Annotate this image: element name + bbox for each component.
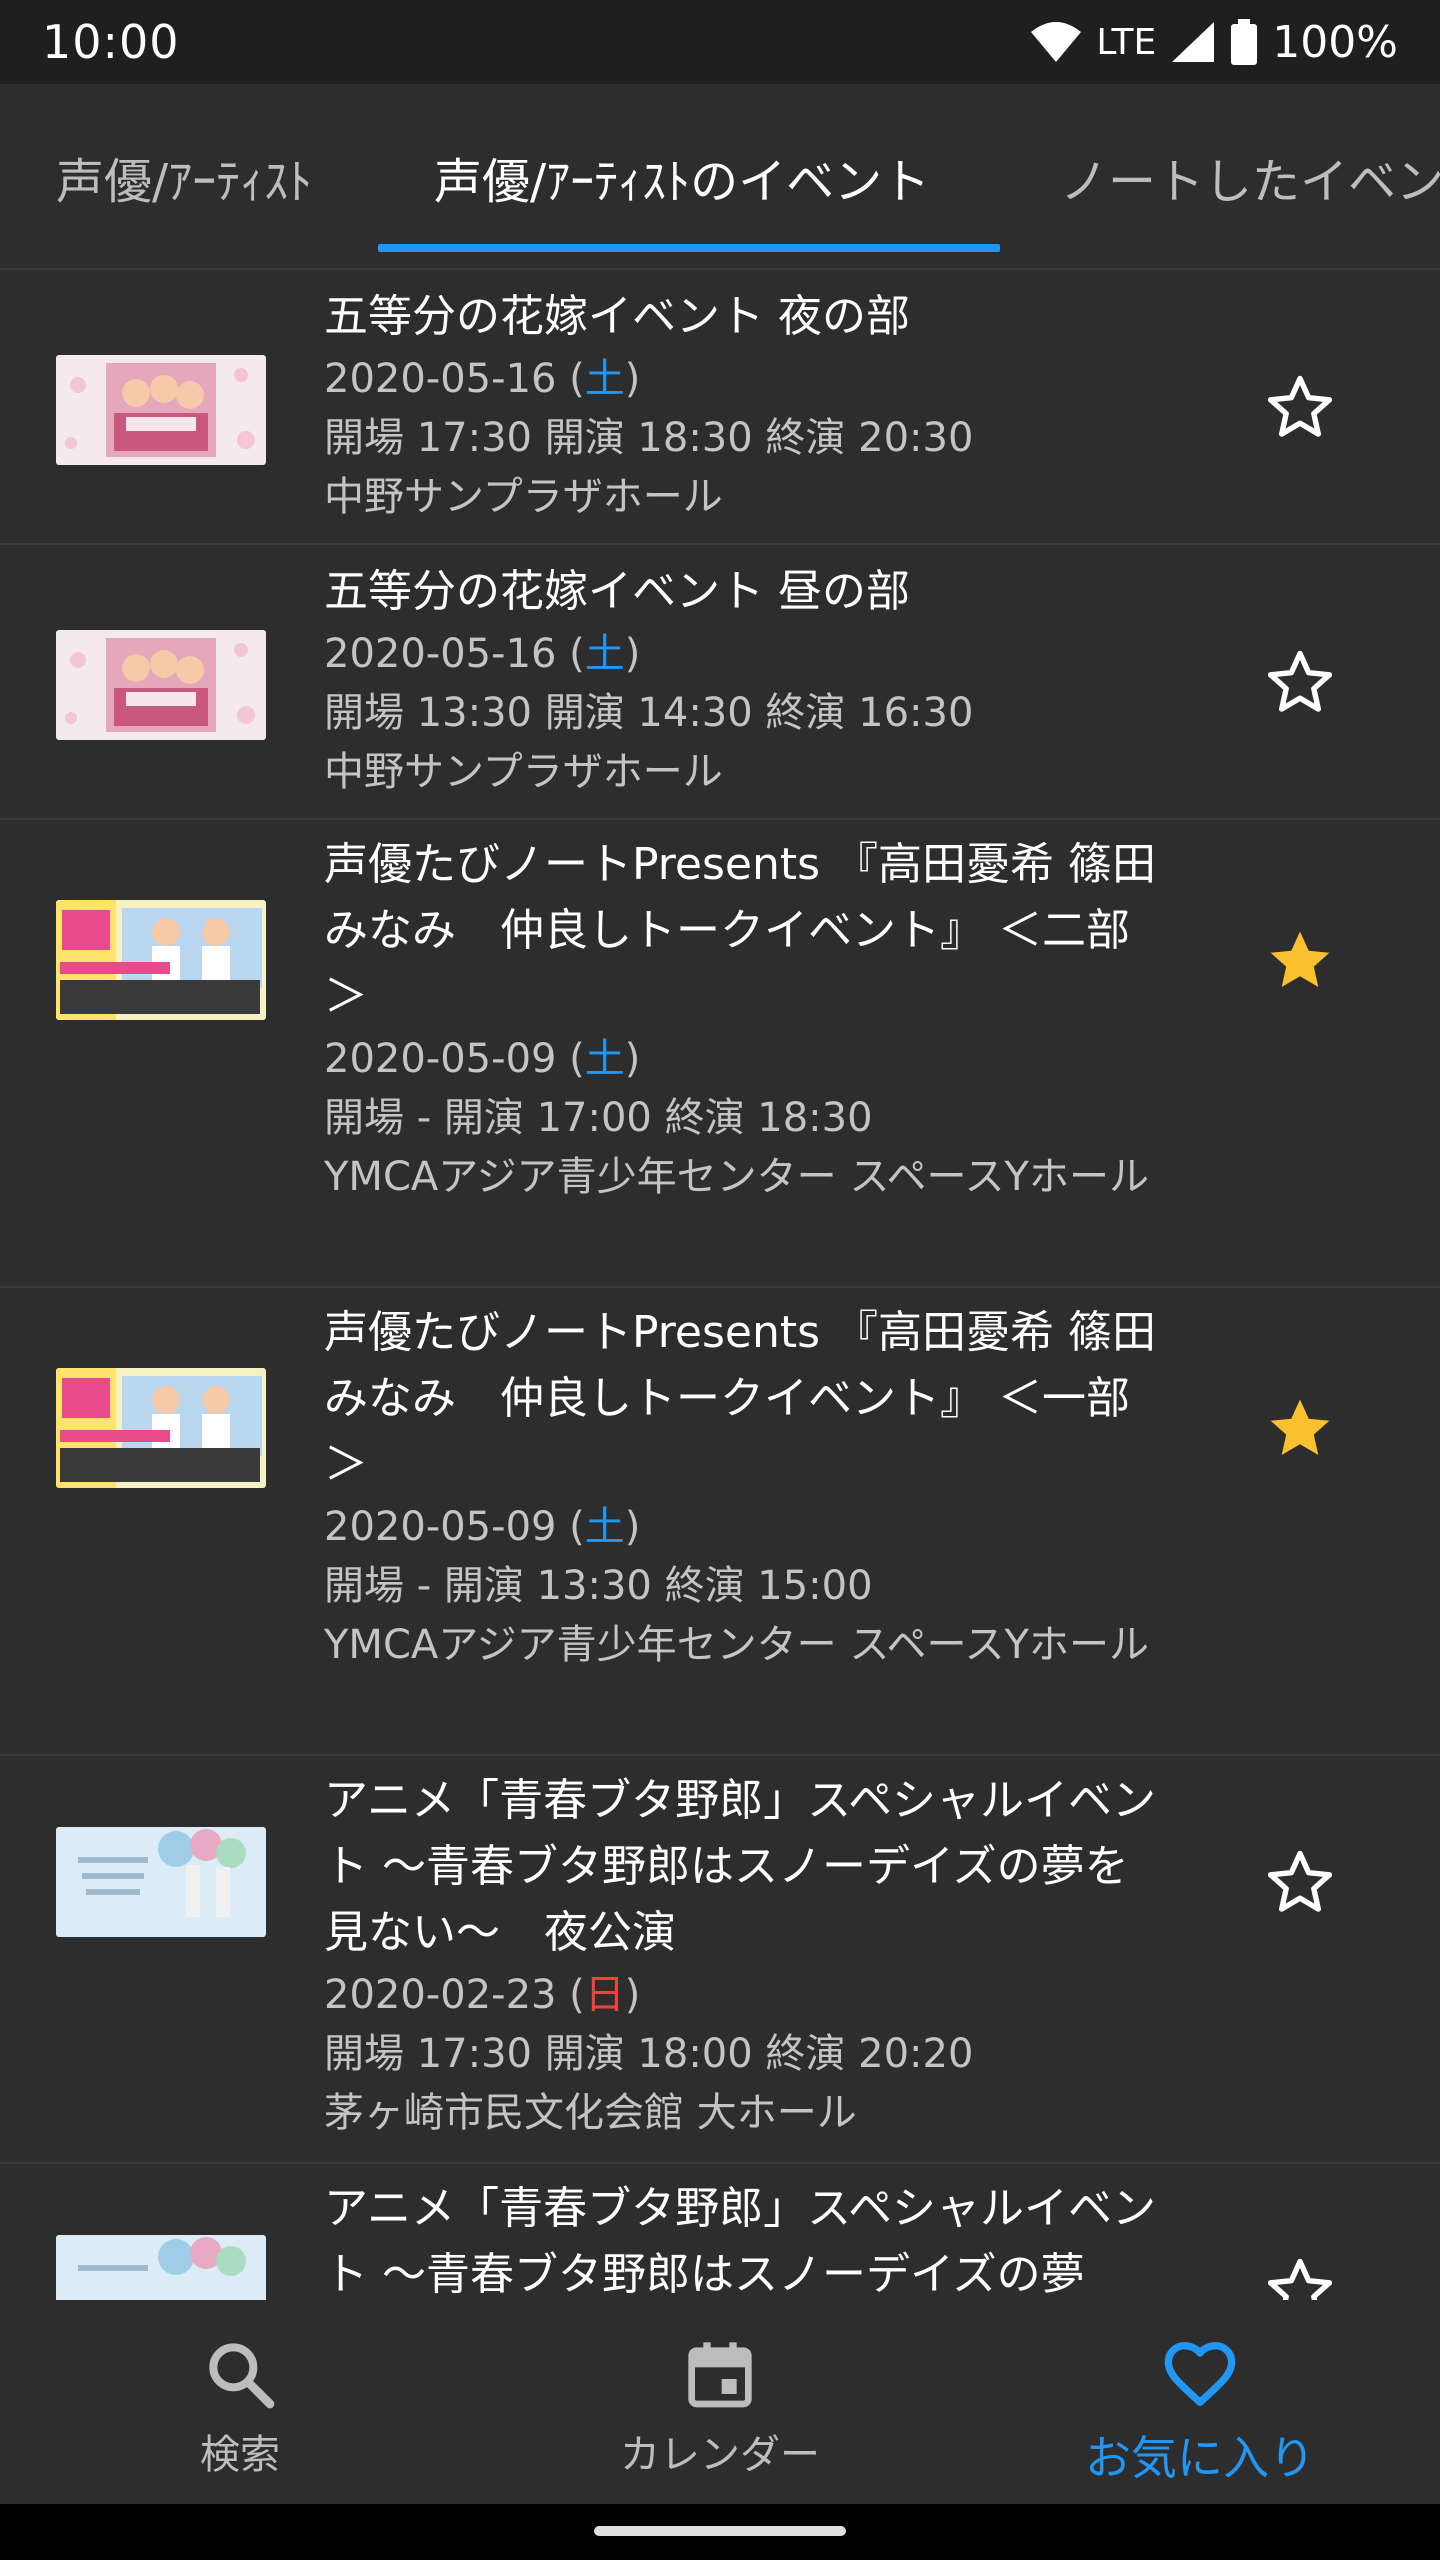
event-text: 声優たびノートPresents 『高田憂希 篠田みなみ 仲良しトークイベント』 … (324, 832, 1164, 1207)
battery-icon (1231, 19, 1258, 65)
event-times: 開場 - 開演 13:30 終演 15:00 (324, 1563, 873, 1609)
event-text: 五等分の花嫁イベント 夜の部 2020-05-16 (土) 開場 17:30 開… (324, 284, 1164, 527)
event-thumbnail (56, 900, 266, 1020)
tab-artist-events[interactable]: 声優/ｱｰﾃｨｽﾄのイベント (434, 84, 930, 268)
event-times: 開場 - 開演 17:00 終演 18:30 (324, 1095, 873, 1141)
status-bar: 10:00 LTE 100% (0, 0, 1440, 84)
event-weekday: 土 (584, 1504, 625, 1550)
event-weekday: 土 (584, 631, 625, 677)
nav-calendar-label: カレンダー (620, 2432, 820, 2478)
event-weekday: 土 (584, 356, 625, 402)
event-date: 2020-02-23 (日) (324, 1972, 641, 2018)
event-title: 五等分の花嫁イベント 昼の部 (324, 566, 910, 617)
event-title: アニメ「青春ブタ野郎」スペシャルイベント 〜青春ブタ野郎はスノーデイズの夢 (324, 2183, 1157, 2300)
star-outline-icon[interactable] (1264, 646, 1336, 718)
event-item[interactable]: 声優たびノートPresents 『高田憂希 篠田みなみ 仲良しトークイベント』 … (0, 1288, 1440, 1756)
event-venue: YMCAアジア青少年センター スペースYホール (324, 1154, 1149, 1200)
nav-search-label: 検索 (200, 2432, 280, 2478)
event-date: 2020-05-16 (土) (324, 631, 641, 677)
event-weekday: 土 (584, 1036, 625, 1082)
event-title: 五等分の花嫁イベント 夜の部 (324, 291, 910, 342)
event-venue: 茅ヶ崎市民文化会館 大ホール (324, 2090, 857, 2136)
event-text: 声優たびノートPresents 『高田憂希 篠田みなみ 仲良しトークイベント』 … (324, 1300, 1164, 1675)
active-tab-indicator (378, 244, 1000, 252)
home-gesture-handle[interactable] (594, 2526, 846, 2536)
star-outline-icon[interactable] (1264, 1846, 1336, 1918)
nav-calendar[interactable]: カレンダー (480, 2300, 960, 2504)
event-date: 2020-05-09 (土) (324, 1504, 641, 1550)
event-item[interactable]: 声優たびノートPresents 『高田憂希 篠田みなみ 仲良しトークイベント』 … (0, 820, 1440, 1288)
event-venue: 中野サンプラザホール (324, 749, 723, 795)
event-title: 声優たびノートPresents 『高田憂希 篠田みなみ 仲良しトークイベント』 … (324, 839, 1156, 1022)
event-title: アニメ「青春ブタ野郎」スペシャルイベント 〜青春ブタ野郎はスノーデイズの夢を見な… (324, 1775, 1157, 1958)
star-filled-icon[interactable] (1264, 1392, 1336, 1464)
event-list[interactable]: 五等分の花嫁イベント 夜の部 2020-05-16 (土) 開場 17:30 開… (0, 270, 1440, 2300)
event-item[interactable]: アニメ「青春ブタ野郎」スペシャルイベント 〜青春ブタ野郎はスノーデイズの夢 (0, 2164, 1440, 2300)
status-time: 10:00 (42, 15, 180, 69)
star-outline-icon[interactable] (1264, 2254, 1336, 2300)
heart-icon (1164, 2342, 1236, 2406)
event-thumbnail (56, 2235, 266, 2300)
event-thumbnail (56, 630, 266, 740)
status-icons: LTE 100% (1030, 17, 1398, 68)
event-times: 開場 17:30 開演 18:30 終演 20:30 (324, 415, 974, 461)
event-venue: YMCAアジア青少年センター スペースYホール (324, 1622, 1149, 1668)
bottom-navigation: 検索 カレンダー お気に入り (0, 2300, 1440, 2504)
event-title: 声優たびノートPresents 『高田憂希 篠田みなみ 仲良しトークイベント』 … (324, 1307, 1156, 1490)
nav-favorites[interactable]: お気に入り (960, 2300, 1440, 2504)
event-date: 2020-05-16 (土) (324, 356, 641, 402)
wifi-icon (1031, 22, 1082, 62)
event-text: 五等分の花嫁イベント 昼の部 2020-05-16 (土) 開場 13:30 開… (324, 559, 1164, 802)
event-times: 開場 13:30 開演 14:30 終演 16:30 (324, 690, 974, 736)
event-thumbnail (56, 355, 266, 465)
tab-noted-events[interactable]: ノートしたイベント (1060, 84, 1440, 268)
search-icon (209, 2343, 275, 2409)
event-thumbnail (56, 1368, 266, 1488)
gesture-bar (0, 2504, 1440, 2560)
battery-percent: 100% (1272, 16, 1398, 68)
signal-icon (1172, 22, 1215, 62)
event-item[interactable]: 五等分の花嫁イベント 夜の部 2020-05-16 (土) 開場 17:30 開… (0, 270, 1440, 545)
event-text: アニメ「青春ブタ野郎」スペシャルイベント 〜青春ブタ野郎はスノーデイズの夢 (324, 2176, 1164, 2300)
tab-artists[interactable]: 声優/ｱｰﾃｨｽﾄ (56, 84, 312, 268)
event-item[interactable]: アニメ「青春ブタ野郎」スペシャルイベント 〜青春ブタ野郎はスノーデイズの夢を見な… (0, 1756, 1440, 2164)
event-text: アニメ「青春ブタ野郎」スペシャルイベント 〜青春ブタ野郎はスノーデイズの夢を見な… (324, 1768, 1164, 2143)
event-thumbnail (56, 1827, 266, 1937)
star-outline-icon[interactable] (1264, 371, 1336, 443)
event-date: 2020-05-09 (土) (324, 1036, 641, 1082)
nav-search[interactable]: 検索 (0, 2300, 480, 2504)
event-item[interactable]: 五等分の花嫁イベント 昼の部 2020-05-16 (土) 開場 13:30 開… (0, 545, 1440, 820)
star-filled-icon[interactable] (1264, 924, 1336, 996)
nav-favorites-label: お気に入り (1085, 2431, 1315, 2485)
event-weekday: 日 (584, 1972, 625, 2018)
tab-bar: 声優/ｱｰﾃｨｽﾄ 声優/ｱｰﾃｨｽﾄのイベント ノートしたイベント (0, 84, 1440, 270)
event-venue: 中野サンプラザホール (324, 474, 723, 520)
event-times: 開場 17:30 開演 18:00 終演 20:20 (324, 2031, 974, 2077)
network-type: LTE (1096, 21, 1157, 63)
calendar-icon (688, 2342, 752, 2408)
